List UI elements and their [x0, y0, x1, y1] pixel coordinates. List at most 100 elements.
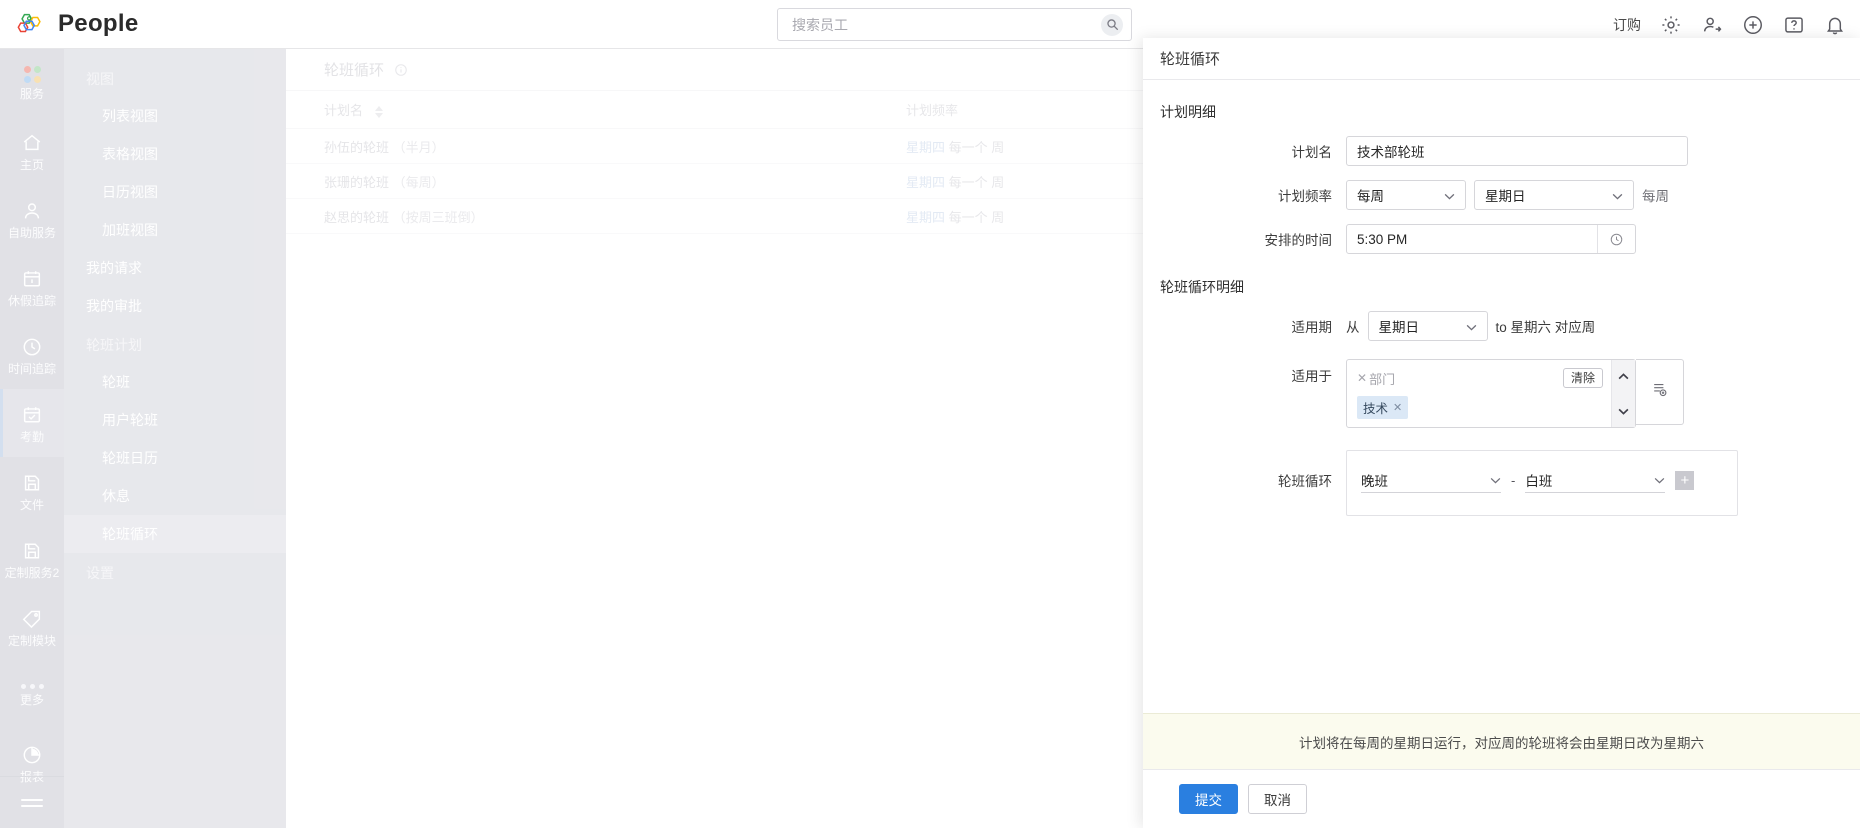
add-record-icon — [1651, 381, 1668, 403]
clock-icon — [21, 336, 43, 358]
frequency-day: 星期四 — [906, 210, 945, 225]
shift-rotation-panel: 轮班循环 计划明细 计划名 技术部轮班 计划频率 每周 — [1143, 38, 1860, 828]
rail-item-files[interactable]: 文件 — [0, 457, 64, 525]
search-input[interactable] — [790, 16, 1101, 34]
rail-item-custom-service-2[interactable]: 定制服务2 — [0, 525, 64, 593]
sidebar-item-list-view[interactable]: 列表视图 — [64, 97, 286, 135]
rail-label: 定制服务2 — [5, 567, 60, 579]
sidebar-item-table-view[interactable]: 表格视图 — [64, 135, 286, 173]
field-row-rotation: 轮班循环 晚班 - 白班 + — [1143, 450, 1860, 516]
panel-body: 计划明细 计划名 技术部轮班 计划频率 每周 — [1143, 80, 1860, 713]
rail-item-more[interactable]: 更多 — [0, 661, 64, 729]
sidebar-item-calendar-view[interactable]: 日历视图 — [64, 173, 286, 211]
rail-label: 文件 — [20, 499, 44, 511]
applies-to-placeholder: ✕ 部门 — [1357, 369, 1395, 388]
notice-bar: 计划将在每周的星期日运行，对应周的轮班将会由星期日改为星期六 — [1143, 713, 1860, 769]
close-icon[interactable]: ✕ — [1393, 401, 1402, 414]
clock-icon[interactable] — [1597, 225, 1635, 253]
sidebar-item-shift[interactable]: 轮班 — [64, 363, 286, 401]
field-row-frequency: 计划频率 每周 星期日 每周 — [1143, 180, 1860, 210]
sidebar-item-settings[interactable]: 设置 — [64, 553, 286, 591]
sort-icon[interactable] — [375, 106, 383, 118]
tag-icon — [21, 608, 43, 630]
field-row-plan-name: 计划名 技术部轮班 — [1143, 136, 1860, 166]
selected-chip[interactable]: 技术 ✕ — [1357, 396, 1408, 419]
applicable-period-select[interactable]: 星期日 — [1368, 311, 1488, 341]
plan-name-sub: （半月） — [393, 140, 445, 155]
cell-frequency: 星期四 每一个 周 — [906, 207, 1004, 226]
sidebar-item-my-approvals[interactable]: 我的审批 — [64, 287, 286, 325]
applies-to-control: ✕ 部门 清除 技术 ✕ — [1346, 359, 1684, 428]
pie-chart-icon — [21, 744, 43, 766]
scheduled-time-input[interactable]: 5:30 PM — [1346, 224, 1636, 254]
calendar-check-icon — [21, 404, 43, 426]
help-icon[interactable] — [1783, 14, 1805, 36]
user-switch-icon[interactable] — [1701, 14, 1723, 36]
plan-name-text: 张珊的轮班 — [324, 175, 389, 190]
rotation-second-select[interactable]: 白班 — [1525, 467, 1665, 493]
rail-item-self-service[interactable]: 自助服务 — [0, 185, 64, 253]
submit-button[interactable]: 提交 — [1179, 784, 1238, 814]
sidebar-item-user-shift[interactable]: 用户轮班 — [64, 401, 286, 439]
scheduled-time-value: 5:30 PM — [1347, 232, 1597, 247]
rotation-pairs-box: 晚班 - 白班 + — [1346, 450, 1738, 516]
multiselect-scroll-spinner[interactable] — [1611, 360, 1635, 427]
add-rotation-button[interactable]: + — [1675, 471, 1694, 490]
rail-item-custom-module[interactable]: 定制模块 — [0, 593, 64, 661]
search-icon[interactable] — [1101, 14, 1123, 36]
remove-icon[interactable]: ✕ — [1357, 371, 1367, 385]
rail-label: 服务 — [20, 88, 44, 100]
rail-item-attendance[interactable]: 考勤 — [0, 389, 64, 457]
sidebar-item-break[interactable]: 休息 — [64, 477, 286, 515]
rail-collapse-button[interactable] — [0, 776, 64, 828]
sidebar-item-shift-calendar[interactable]: 轮班日历 — [64, 439, 286, 477]
frequency-day-select[interactable]: 星期日 — [1474, 180, 1634, 210]
frequency-select[interactable]: 每周 — [1346, 180, 1466, 210]
period-value: 星期日 — [1379, 316, 1420, 336]
cell-frequency: 星期四 每一个 周 — [906, 137, 1004, 156]
field-row-applies-to: 适用于 ✕ 部门 清除 技术 — [1143, 359, 1860, 428]
column-header-frequency[interactable]: 计划频率 — [906, 100, 958, 119]
chevron-down-icon[interactable] — [1618, 402, 1629, 420]
period-suffix: to 星期六 对应周 — [1496, 316, 1596, 336]
plan-name-text: 孙伍的轮班 — [324, 140, 389, 155]
rail-label: 时间追踪 — [8, 363, 56, 375]
frequency-rest: 每一个 周 — [949, 175, 1005, 190]
cell-plan-name: 赵思的轮班 （按周三班倒） — [286, 207, 906, 226]
column-header-plan-name[interactable]: 计划名 — [286, 100, 906, 119]
frequency-rest: 每一个 周 — [949, 210, 1005, 225]
plan-name-sub: （按周三班倒） — [393, 210, 484, 225]
cell-plan-name: 孙伍的轮班 （半月） — [286, 137, 906, 156]
plan-name-input[interactable]: 技术部轮班 — [1346, 136, 1688, 166]
field-row-scheduled-time: 安排的时间 5:30 PM — [1143, 224, 1860, 254]
app-brand[interactable]: People — [0, 9, 285, 39]
add-record-button[interactable] — [1636, 359, 1684, 425]
rail-label: 更多 — [20, 694, 44, 706]
people-hex-logo-icon — [16, 9, 46, 39]
rail-item-services[interactable]: 服务 — [0, 49, 64, 117]
rotation-first-value: 晚班 — [1361, 470, 1388, 490]
rail-item-time-tracker[interactable]: 时间追踪 — [0, 321, 64, 389]
clear-button[interactable]: 清除 — [1563, 368, 1603, 388]
sidebar-item-overtime-view[interactable]: 加班视图 — [64, 211, 286, 249]
applies-to-multiselect[interactable]: ✕ 部门 清除 技术 ✕ — [1346, 359, 1636, 428]
cancel-button[interactable]: 取消 — [1248, 784, 1307, 814]
file-icon — [21, 540, 43, 562]
rotation-second-value: 白班 — [1525, 470, 1552, 490]
panel-footer: 提交 取消 — [1143, 769, 1860, 828]
plus-circle-icon[interactable] — [1742, 14, 1764, 36]
chevron-down-icon — [1444, 188, 1455, 203]
sidebar-item-shift-rotation[interactable]: 轮班循环 — [64, 515, 286, 553]
gear-icon[interactable] — [1660, 14, 1682, 36]
rail-item-home[interactable]: 主页 — [0, 117, 64, 185]
info-icon[interactable] — [394, 63, 408, 77]
subscribe-link[interactable]: 订购 — [1613, 15, 1641, 35]
chevron-up-icon[interactable] — [1618, 367, 1629, 385]
period-prefix: 从 — [1346, 316, 1360, 336]
search-container[interactable] — [777, 8, 1132, 41]
sidebar-item-my-requests[interactable]: 我的请求 — [64, 249, 286, 287]
label-applies-to: 适用于 — [1143, 359, 1346, 385]
rail-item-leave-tracker[interactable]: 休假追踪 — [0, 253, 64, 321]
bell-icon[interactable] — [1824, 14, 1846, 36]
rotation-first-select[interactable]: 晚班 — [1361, 467, 1501, 493]
